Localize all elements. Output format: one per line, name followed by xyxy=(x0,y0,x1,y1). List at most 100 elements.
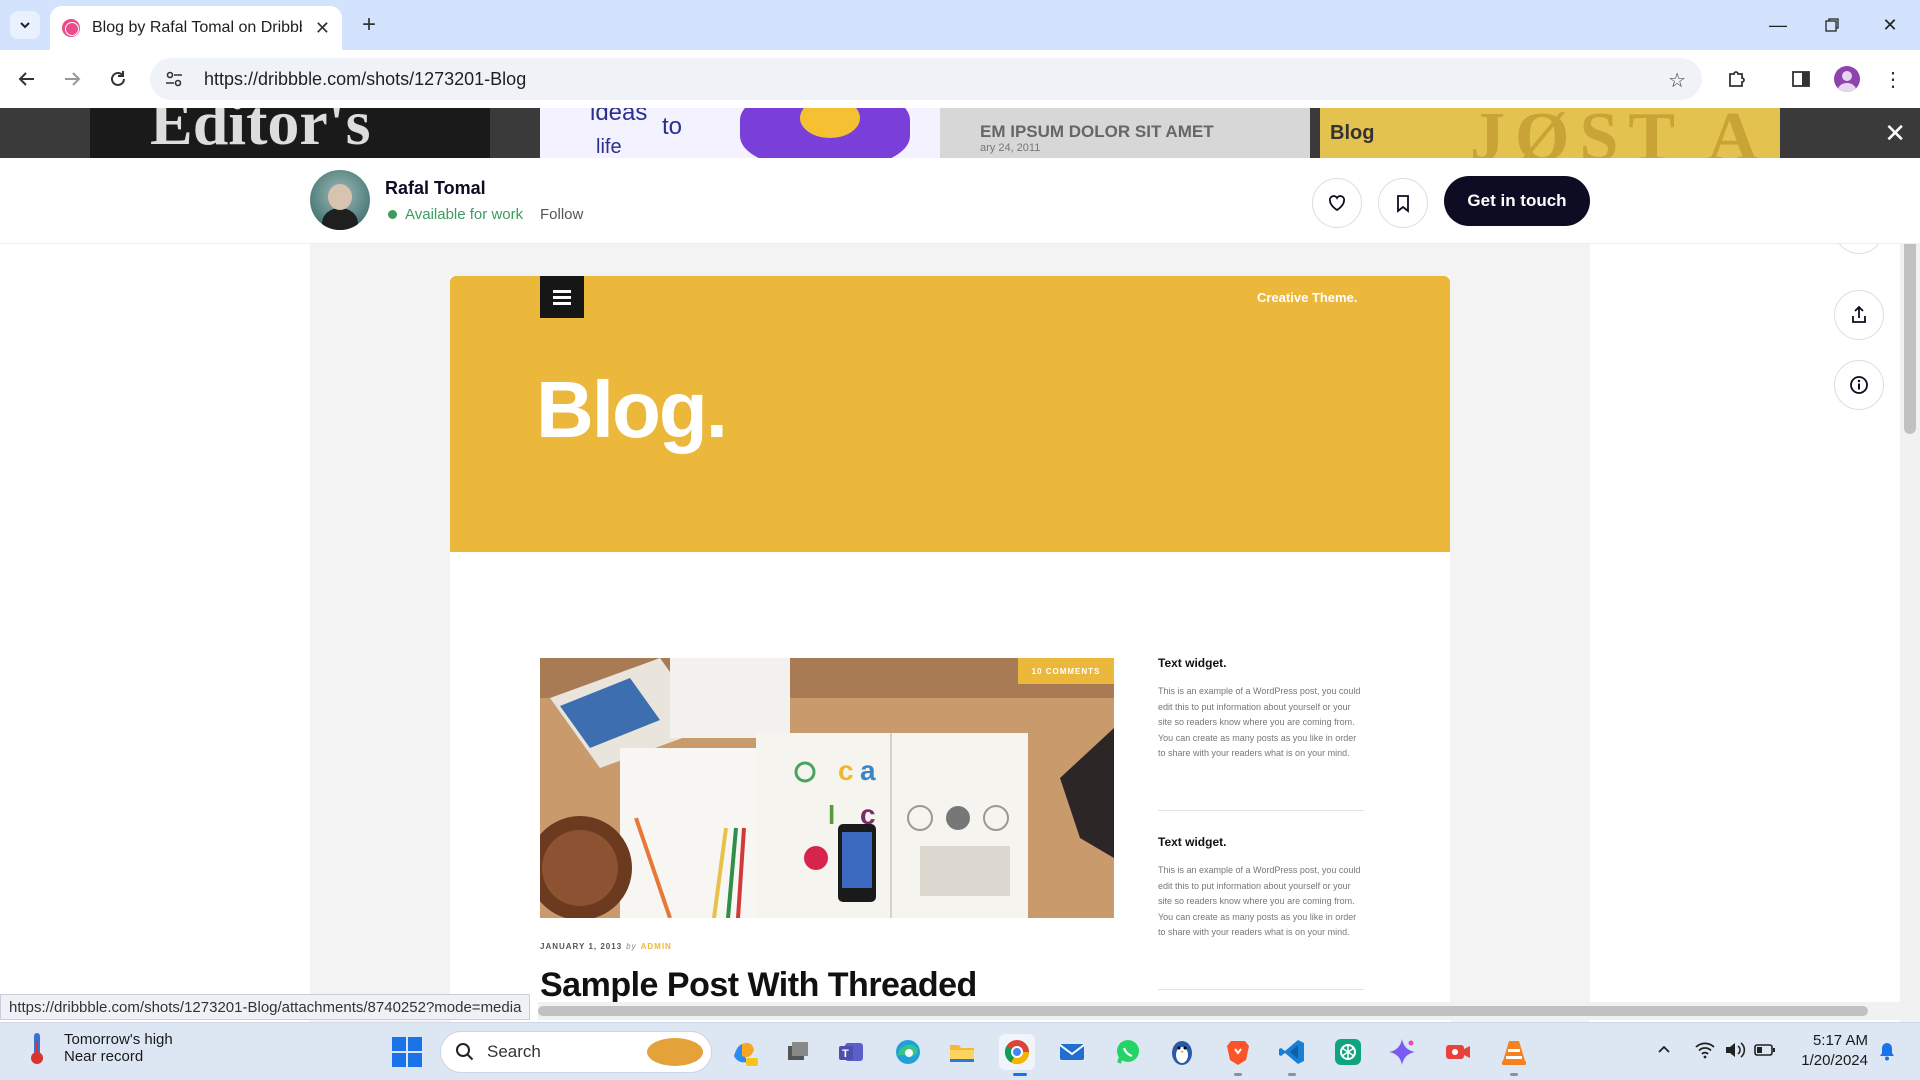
arrow-right-icon xyxy=(65,72,81,86)
svg-text:T: T xyxy=(842,1048,849,1060)
shot-header: Rafal Tomal Available for work Follow Ge… xyxy=(0,158,1920,244)
system-clock[interactable]: 5:17 AM 1/20/2024 xyxy=(1782,1031,1868,1071)
vlc-player-icon[interactable] xyxy=(1496,1034,1532,1070)
side-panel-button[interactable] xyxy=(1786,64,1816,94)
backdrop-shot-blog[interactable]: Blog JØST A xyxy=(1320,108,1780,158)
follow-button[interactable]: Follow xyxy=(540,206,583,223)
bookmark-icon xyxy=(1397,195,1409,213)
designer-avatar[interactable] xyxy=(310,170,370,230)
running-app-indicator xyxy=(1510,1073,1518,1076)
back-button[interactable] xyxy=(12,64,42,94)
backdrop-ideas-text: life xyxy=(596,136,622,158)
bookmark-star-icon[interactable]: ☆ xyxy=(1668,68,1686,93)
share-button[interactable] xyxy=(1834,290,1884,340)
artwork-post-meta: JANUARY 1, 2013 by ADMIN xyxy=(540,942,672,951)
heart-icon xyxy=(1329,195,1345,212)
search-icon xyxy=(456,1043,474,1061)
close-tab-icon[interactable]: ✕ xyxy=(315,18,330,39)
new-tab-button[interactable]: + xyxy=(354,10,384,40)
close-modal-icon[interactable]: ✕ xyxy=(1884,118,1906,149)
volume-icon[interactable] xyxy=(1724,1041,1746,1064)
scroll-thumb[interactable] xyxy=(1904,236,1916,434)
weather-widget[interactable]: Tomorrow's high Near record xyxy=(26,1031,173,1065)
task-view-icon[interactable] xyxy=(780,1034,816,1070)
backdrop-ideas-text: ideas xyxy=(590,108,648,126)
backdrop-shot-editors[interactable]: Editor's xyxy=(90,108,490,158)
get-in-touch-button[interactable]: Get in touch xyxy=(1444,176,1590,226)
chrome-browser-icon[interactable] xyxy=(999,1034,1035,1070)
extensions-button[interactable] xyxy=(1722,64,1752,94)
browser-tab-active[interactable]: Blog by Rafal Tomal on Dribbble ✕ xyxy=(50,6,342,50)
copilot-pre-app-icon[interactable] xyxy=(726,1034,762,1070)
whatsapp-icon[interactable] xyxy=(1110,1034,1146,1070)
post-by: by xyxy=(626,942,637,951)
battery-icon[interactable] xyxy=(1754,1041,1776,1064)
svg-text:a: a xyxy=(860,755,876,786)
backdrop-shot-lorem[interactable]: EM IPSUM DOLOR SIT AMET ary 24, 2011 xyxy=(940,108,1310,158)
active-app-indicator xyxy=(1013,1073,1027,1076)
backdrop-shot-ideas[interactable]: ideas to life xyxy=(540,108,940,158)
clock-date: 1/20/2024 xyxy=(1801,1052,1868,1069)
save-button[interactable] xyxy=(1378,178,1428,228)
profile-button[interactable] xyxy=(1832,64,1862,94)
address-bar[interactable]: https://dribbble.com/shots/1273201-Blog … xyxy=(150,58,1702,100)
horizontal-scroll-thumb[interactable] xyxy=(538,1006,1868,1016)
availability-status[interactable]: Available for work xyxy=(388,206,523,223)
browser-toolbar: https://dribbble.com/shots/1273201-Blog … xyxy=(0,50,1920,108)
windows-taskbar: Tomorrow's high Near record Search T 5:1… xyxy=(0,1022,1920,1080)
side-panel-icon xyxy=(1792,71,1810,87)
artwork-hero: Creative Theme. Blog. xyxy=(450,276,1450,552)
restore-button[interactable] xyxy=(1812,10,1852,40)
vertical-scrollbar[interactable] xyxy=(1900,158,1920,1022)
weather-line-2: Near record xyxy=(64,1048,144,1065)
share-icon xyxy=(1852,305,1866,323)
wifi-icon[interactable] xyxy=(1694,1041,1716,1064)
backdrop-lorem-date: ary 24, 2011 xyxy=(980,142,1041,154)
vscode-icon[interactable] xyxy=(1274,1034,1310,1070)
page-viewport: Editor's ideas to life EM IPSUM DOLOR SI… xyxy=(0,108,1920,1022)
info-icon xyxy=(1850,376,1868,394)
backdrop-lorem-title: EM IPSUM DOLOR SIT AMET xyxy=(980,122,1214,141)
file-explorer-icon[interactable] xyxy=(944,1034,980,1070)
dribbble-favicon-icon xyxy=(62,19,80,37)
reload-button[interactable] xyxy=(103,64,133,94)
designer-name[interactable]: Rafal Tomal xyxy=(385,178,486,199)
site-settings-icon[interactable] xyxy=(164,69,184,89)
profile-avatar xyxy=(1834,66,1860,92)
edge-browser-icon[interactable] xyxy=(890,1034,926,1070)
artwork-hero-title: Blog. xyxy=(536,365,728,454)
windows-start-icon[interactable] xyxy=(392,1037,422,1067)
teams-app-icon[interactable]: T xyxy=(834,1034,870,1070)
show-hidden-icons-chevron-icon[interactable] xyxy=(1656,1041,1672,1062)
mail-app-icon[interactable] xyxy=(1054,1034,1090,1070)
backdrop-ideas-text: to xyxy=(662,113,683,140)
forward-button[interactable] xyxy=(57,64,87,94)
thermometer-icon xyxy=(26,1031,48,1065)
backdrop-blog-title: Blog xyxy=(1330,122,1375,144)
taskbar-search-box[interactable]: Search xyxy=(440,1031,712,1073)
notification-bell-icon[interactable] xyxy=(1878,1041,1896,1061)
penguin-app-icon[interactable] xyxy=(1164,1034,1200,1070)
running-app-indicator xyxy=(1288,1073,1296,1076)
available-dot-icon xyxy=(388,210,397,219)
video-recorder-app-icon[interactable] xyxy=(1440,1034,1476,1070)
brave-browser-icon[interactable] xyxy=(1220,1034,1256,1070)
url-text: https://dribbble.com/shots/1273201-Blog xyxy=(204,68,527,89)
browser-menu-button[interactable]: ⋮ xyxy=(1878,64,1908,94)
shot-details-button[interactable] xyxy=(1834,360,1884,410)
desk-photo-illustration: c a l c xyxy=(540,658,1114,918)
post-author: ADMIN xyxy=(640,942,672,951)
like-button[interactable] xyxy=(1312,178,1362,228)
close-window-button[interactable]: ✕ xyxy=(1870,10,1910,40)
shot-image[interactable]: Creative Theme. Blog. c a l c 10 COMMENT… xyxy=(450,276,1450,1022)
chatgpt-app-icon[interactable] xyxy=(1330,1034,1366,1070)
horizontal-scrollbar[interactable] xyxy=(538,1002,1920,1020)
comments-count-tag: 10 COMMENTS xyxy=(1018,658,1114,684)
availability-label: Available for work xyxy=(405,206,524,223)
sparkle-ai-app-icon[interactable] xyxy=(1384,1034,1420,1070)
clock-time: 5:17 AM xyxy=(1812,1032,1868,1049)
minimize-button[interactable]: — xyxy=(1758,10,1798,40)
chevron-down-icon xyxy=(20,22,30,29)
tab-search-button[interactable] xyxy=(10,11,40,39)
text-widget: Text widget. This is an example of a Wor… xyxy=(1158,656,1364,762)
